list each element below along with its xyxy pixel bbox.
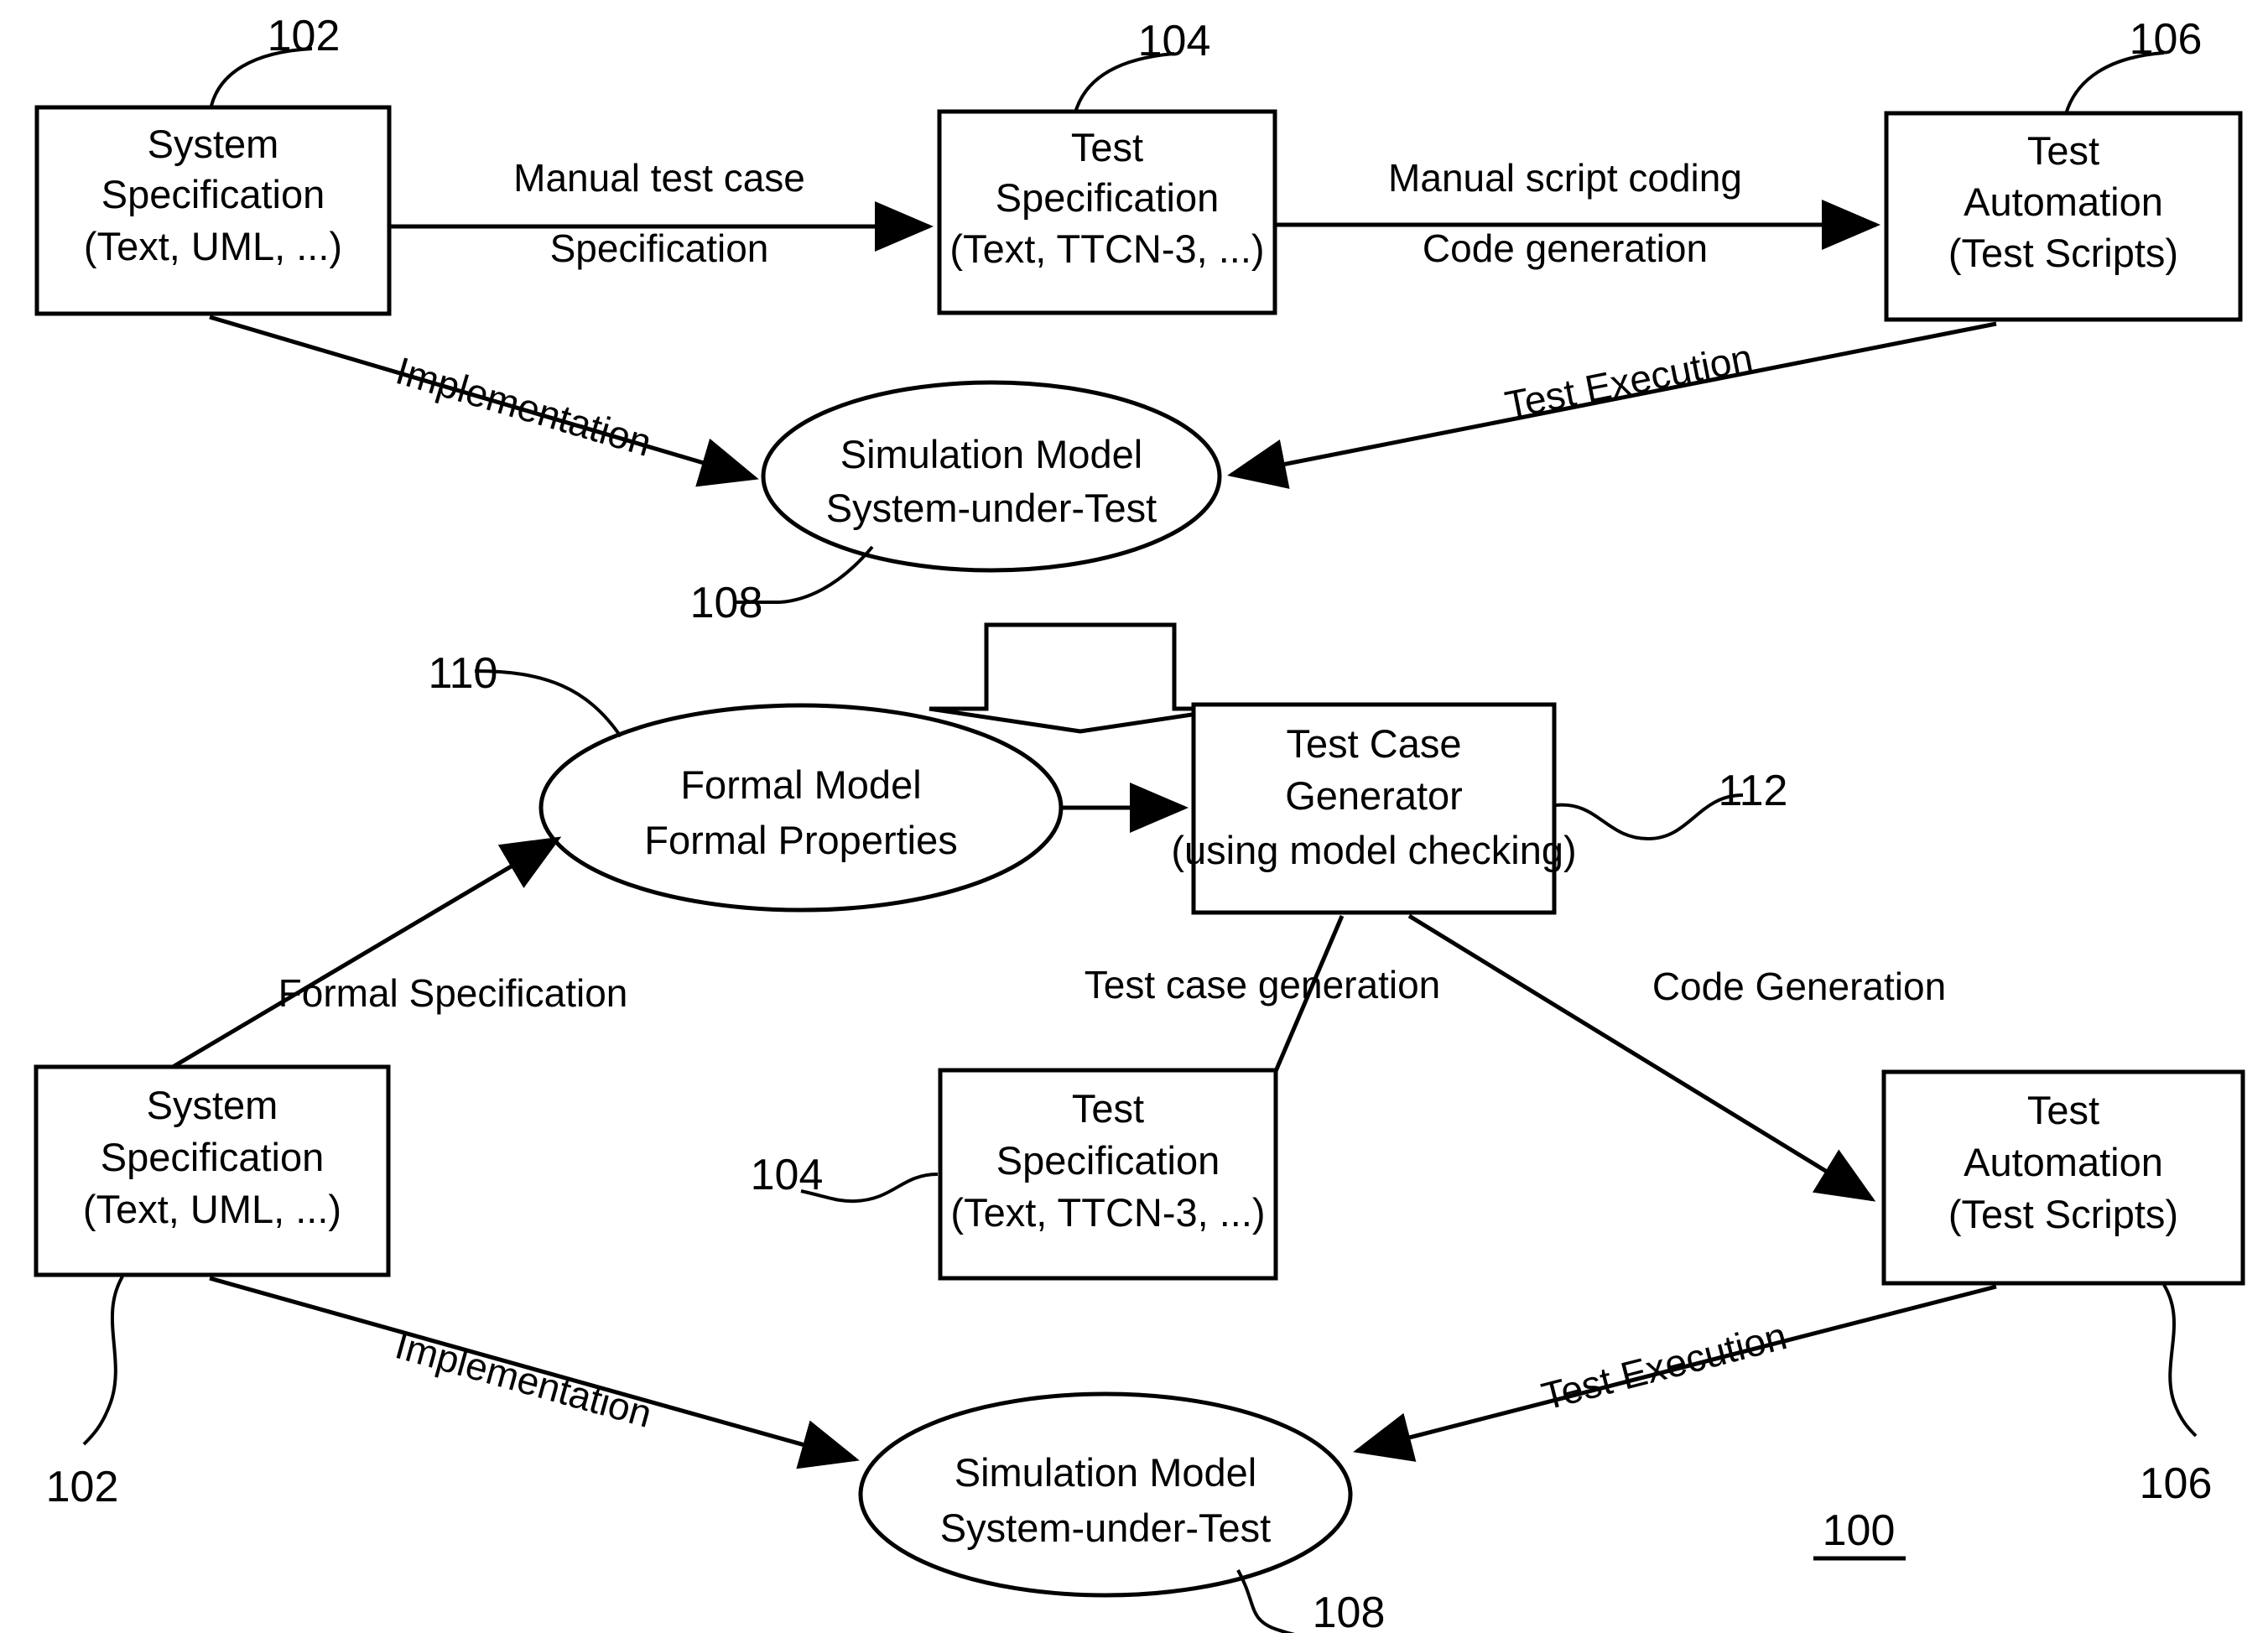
ref-number-112: 112 bbox=[1719, 767, 1788, 815]
system-specification-bottom-line1: System bbox=[147, 1083, 278, 1127]
system-specification-bottom-line2: Specification bbox=[101, 1135, 325, 1179]
simulation-model-top-line1: Simulation Model bbox=[840, 432, 1143, 476]
system-specification-top-line3: (Text, UML, ...) bbox=[84, 224, 342, 268]
patent-figure-diagram: System Specification (Text, UML, ...) 10… bbox=[0, 0, 2268, 1633]
test-specification-top-line2: Specification bbox=[996, 175, 1220, 220]
label-test-execution-bottom: Test Execution bbox=[1537, 1313, 1792, 1418]
figure-number-100: 100 bbox=[1823, 1506, 1896, 1555]
simulation-model-bottom-ellipse bbox=[858, 1391, 1353, 1598]
test-automation-bottom-line3: (Test Scripts) bbox=[1948, 1192, 2178, 1236]
label-manual-script-coding-line1: Manual script coding bbox=[1388, 156, 1742, 200]
lead-line-112 bbox=[1555, 793, 1744, 841]
simulation-model-bottom-line2: System-under-Test bbox=[940, 1506, 1271, 1550]
test-automation-bottom-line1: Test bbox=[2027, 1088, 2099, 1132]
simulation-model-top-line2: System-under-Test bbox=[826, 486, 1157, 530]
ref-number-108-bottom: 108 bbox=[1313, 1589, 1386, 1633]
test-automation-top-line1: Test bbox=[2027, 128, 2099, 173]
label-manual-test-case-line1: Manual test case bbox=[513, 156, 805, 200]
system-specification-bottom-line3: (Text, UML, ...) bbox=[83, 1187, 341, 1231]
label-test-execution-top: Test Execution bbox=[1501, 335, 1756, 427]
test-automation-bottom-line2: Automation bbox=[1964, 1140, 2163, 1184]
simulation-model-top-ellipse bbox=[761, 380, 1222, 573]
arrow-formal-specification bbox=[163, 836, 562, 1074]
label-implementation-bottom: Implementation bbox=[391, 1323, 657, 1436]
test-specification-bottom-line3: (Text, TTCN-3, ...) bbox=[950, 1190, 1265, 1235]
test-specification-bottom-line2: Specification bbox=[996, 1138, 1220, 1183]
ref-number-104-top: 104 bbox=[1138, 17, 1211, 65]
ref-number-104-bottom: 104 bbox=[751, 1151, 824, 1199]
node-test-automation-bottom: Test Automation (Test Scripts) bbox=[1881, 1069, 2245, 1286]
ref-number-102-top: 102 bbox=[268, 12, 341, 60]
test-specification-bottom-line1: Test bbox=[1072, 1086, 1144, 1131]
test-automation-top-line2: Automation bbox=[1964, 179, 2163, 224]
test-automation-top-line3: (Test Scripts) bbox=[1948, 231, 2178, 275]
lead-line-106-bottom bbox=[2162, 1283, 2198, 1438]
ref-number-102-bottom: 102 bbox=[46, 1463, 119, 1511]
test-specification-top-line1: Test bbox=[1071, 125, 1143, 169]
formal-model-line1: Formal Model bbox=[680, 762, 921, 807]
test-specification-top-line3: (Text, TTCN-3, ...) bbox=[949, 226, 1264, 271]
label-formal-specification: Formal Specification bbox=[278, 971, 628, 1015]
test-case-generator-line3: (using model checking) bbox=[1171, 828, 1576, 872]
ref-number-106-bottom: 106 bbox=[2140, 1459, 2213, 1508]
ref-number-108-top: 108 bbox=[690, 579, 763, 627]
big-down-arrow bbox=[929, 622, 1232, 734]
ref-number-110: 110 bbox=[429, 649, 498, 698]
system-specification-top-line2: Specification bbox=[101, 172, 325, 216]
label-code-generation: Code Generation bbox=[1652, 965, 1946, 1008]
ref-number-106-top: 106 bbox=[2130, 15, 2203, 64]
node-simulation-model-bottom: Simulation Model System-under-Test bbox=[858, 1391, 1353, 1598]
test-case-generator-line1: Test Case bbox=[1287, 721, 1462, 766]
label-implementation-top: Implementation bbox=[391, 348, 656, 465]
formal-model-line2: Formal Properties bbox=[644, 818, 958, 862]
node-test-automation-top: Test Automation (Test Scripts) bbox=[1884, 111, 2243, 322]
figure-canvas: System Specification (Text, UML, ...) 10… bbox=[34, 12, 2245, 1633]
label-manual-test-case-line2: Specification bbox=[550, 226, 769, 270]
node-simulation-model-top: Simulation Model System-under-Test bbox=[761, 380, 1222, 573]
label-manual-script-coding-line2: Code generation bbox=[1423, 226, 1708, 270]
node-test-case-generator: Test Case Generator (using model checkin… bbox=[1171, 702, 1577, 915]
label-test-case-generation: Test case generation bbox=[1085, 963, 1441, 1006]
node-test-specification-top: Test Specification (Text, TTCN-3, ...) bbox=[937, 109, 1277, 315]
node-system-specification-bottom: System Specification (Text, UML, ...) bbox=[34, 1064, 391, 1277]
arrow-code-generation bbox=[1407, 913, 1876, 1202]
node-test-specification-bottom: Test Specification (Text, TTCN-3, ...) bbox=[938, 1068, 1278, 1281]
test-case-generator-line2: Generator bbox=[1285, 773, 1463, 818]
node-system-specification-top: System Specification (Text, UML, ...) bbox=[34, 105, 392, 316]
system-specification-top-line1: System bbox=[148, 122, 279, 166]
lead-line-102-bottom bbox=[82, 1275, 124, 1446]
simulation-model-bottom-line1: Simulation Model bbox=[955, 1450, 1257, 1495]
